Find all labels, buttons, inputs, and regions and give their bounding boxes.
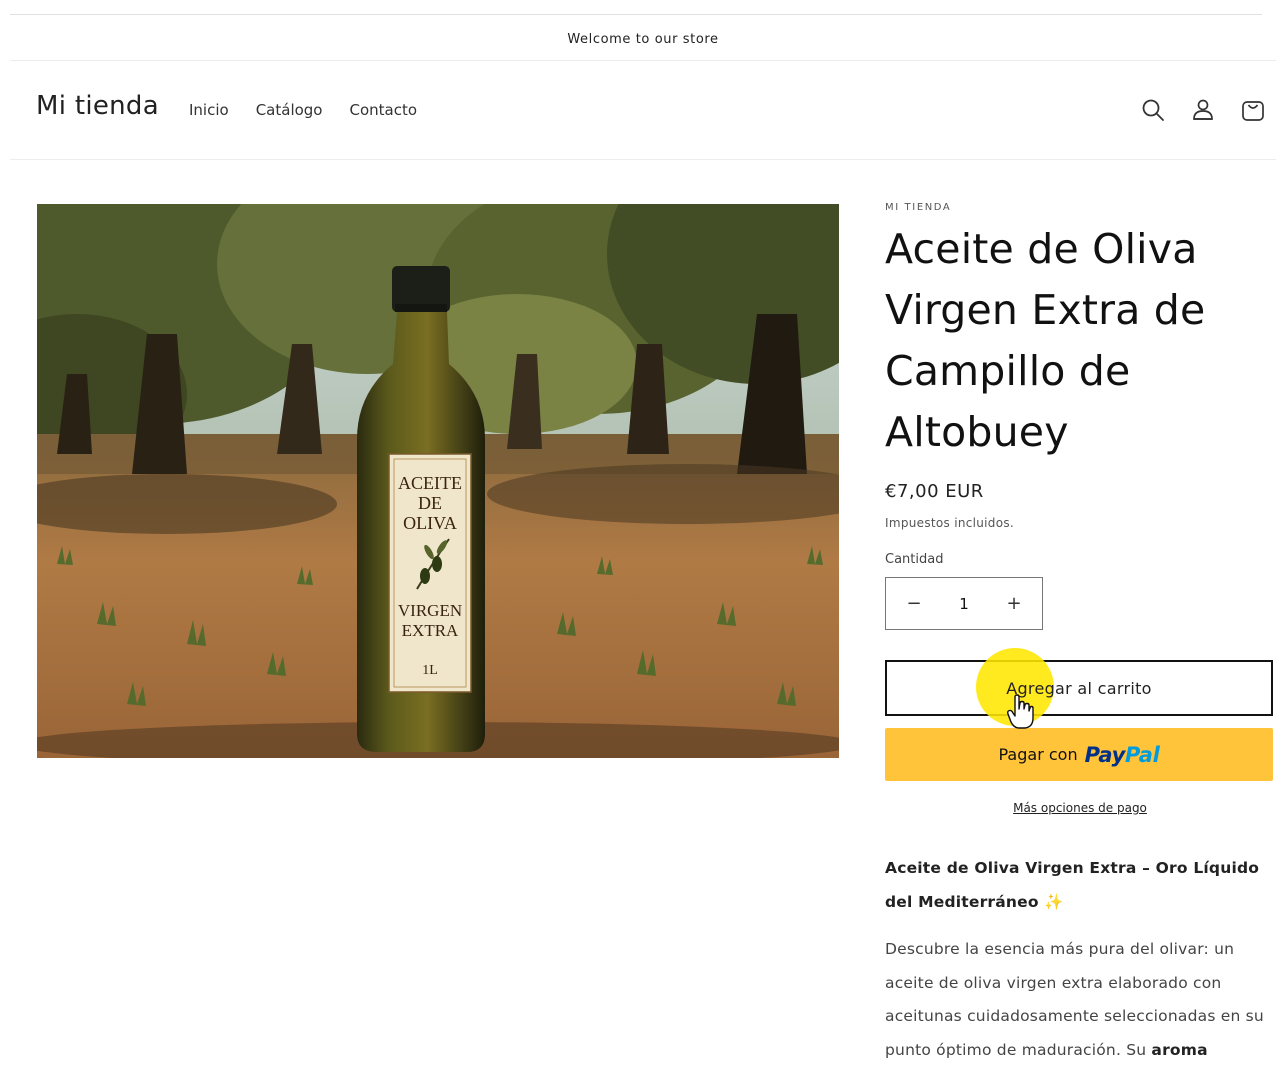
sparkle-icon: ✨ xyxy=(1044,893,1064,911)
more-payment-options-link[interactable]: Más opciones de pago xyxy=(885,801,1275,815)
product-price: €7,00 EUR xyxy=(885,481,984,502)
paypal-checkout-button[interactable]: Pagar con PayPal xyxy=(885,728,1273,781)
product-image[interactable]: ACEITE DE OLIVA VIRGEN EXTRA 1L xyxy=(37,204,839,758)
paypal-logo: PayPal xyxy=(1084,742,1160,767)
svg-text:EXTRA: EXTRA xyxy=(402,621,459,640)
description-title: Aceite de Oliva Virgen Extra – Oro Líqui… xyxy=(885,859,1260,911)
nav-item-contacto[interactable]: Contacto xyxy=(350,101,418,119)
announcement-bar: Welcome to our store xyxy=(10,18,1276,60)
svg-text:VIRGEN: VIRGEN xyxy=(398,601,462,620)
announcement-text: Welcome to our store xyxy=(567,31,719,47)
nav-item-catalogo[interactable]: Catálogo xyxy=(256,101,323,119)
quantity-input[interactable]: 1 xyxy=(959,595,969,613)
search-icon[interactable] xyxy=(1140,97,1166,123)
paypal-prefix: Pagar con xyxy=(998,745,1078,764)
add-to-cart-label: Agregar al carrito xyxy=(1006,678,1152,698)
description-paragraph: Descubre la esencia más pura del olivar:… xyxy=(885,940,1264,1059)
header-divider xyxy=(10,159,1276,160)
description-bold-text: aroma xyxy=(1151,1040,1208,1059)
svg-text:DE: DE xyxy=(418,493,442,513)
top-divider xyxy=(10,14,1262,15)
quantity-label: Cantidad xyxy=(885,552,944,567)
svg-text:1L: 1L xyxy=(422,663,438,678)
store-logo[interactable]: Mi tienda xyxy=(36,91,159,121)
nav-item-inicio[interactable]: Inicio xyxy=(189,101,229,119)
site-header: Mi tienda Inicio Catálogo Contacto xyxy=(0,61,1276,159)
cart-icon[interactable] xyxy=(1240,97,1266,123)
tax-note: Impuestos incluidos. xyxy=(885,516,1015,530)
account-icon[interactable] xyxy=(1190,97,1216,123)
quantity-stepper: − 1 + xyxy=(885,577,1043,630)
add-to-cart-button[interactable]: Agregar al carrito xyxy=(885,660,1273,716)
svg-text:ACEITE: ACEITE xyxy=(398,473,462,493)
product-title: Aceite de Oliva Virgen Extra de Campillo… xyxy=(885,225,1206,456)
product-vendor: MI TIENDA xyxy=(885,202,952,213)
product-info: MI TIENDA Aceite de Oliva Virgen Extra d… xyxy=(885,200,1275,1067)
quantity-decrease-button[interactable]: − xyxy=(904,593,924,614)
main-nav: Inicio Catálogo Contacto xyxy=(189,101,417,119)
quantity-increase-button[interactable]: + xyxy=(1004,593,1024,614)
svg-text:OLIVA: OLIVA xyxy=(403,513,457,533)
olive-grove-illustration: ACEITE DE OLIVA VIRGEN EXTRA 1L xyxy=(37,204,839,758)
